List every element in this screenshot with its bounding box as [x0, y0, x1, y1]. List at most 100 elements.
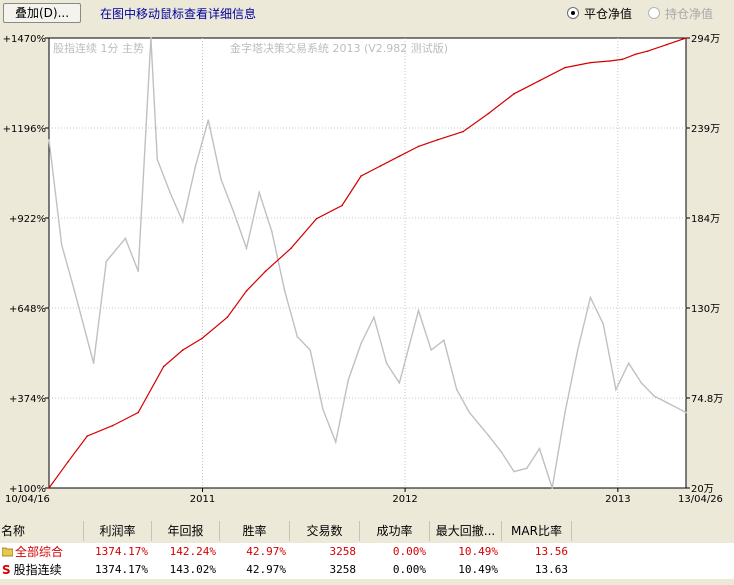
series-point — [462, 130, 464, 133]
series-point — [201, 337, 203, 340]
series-point — [513, 93, 515, 95]
series-point — [666, 43, 668, 46]
table-header-cell[interactable]: 胜率 — [220, 521, 290, 541]
table-header-cell[interactable]: MAR比率 — [502, 521, 572, 541]
series-point — [360, 342, 362, 345]
table-row[interactable]: S 股指连续 1374.17% 143.02% 42.97% 3258 0.00% 10.49… — [0, 561, 734, 579]
table-cell: 10.49% — [458, 563, 498, 576]
table-header-cell[interactable]: 名称 — [0, 521, 84, 541]
radio-flat-label: 平仓净值 — [584, 7, 633, 21]
table-row[interactable]: 全部综合 1374.17% 142.24% 42.97% 3258 0.00% 10.49%… — [0, 543, 734, 561]
series-point — [271, 230, 273, 233]
table-header-cell[interactable]: 成功率 — [360, 521, 430, 541]
series-point — [347, 378, 350, 381]
series-point — [379, 165, 382, 167]
table-cell: 3258 — [329, 563, 357, 576]
series-point — [207, 119, 210, 121]
table-cell: 1374.17% — [95, 563, 148, 576]
equity-chart[interactable]: +1470% 294万 +1196% 239万 +922% 184万 +648% 130万 +3… — [0, 30, 734, 512]
series-point — [436, 139, 439, 141]
series-point — [73, 290, 76, 292]
table-header-cell[interactable]: 最大回撤... — [430, 521, 502, 541]
series-point — [334, 441, 337, 443]
table-header-row: 名称 利润率 年回报 胜率 交易数 成功率 最大回撤... MAR比率 — [0, 521, 734, 541]
series-point — [137, 411, 139, 414]
series-point — [398, 155, 401, 158]
radio-flat-equity[interactable]: 平仓净值 — [567, 5, 632, 22]
series-point — [487, 434, 490, 437]
radio-holding-equity[interactable]: 持仓净值 — [648, 5, 713, 22]
series-point — [137, 270, 139, 273]
series-point — [290, 247, 292, 250]
series-point — [513, 470, 515, 473]
series-point — [653, 395, 655, 397]
table-cell: 142.24% — [169, 545, 216, 558]
series-point — [666, 401, 668, 404]
table-header-cell[interactable]: 年回报 — [152, 521, 220, 541]
folder-icon — [1, 544, 14, 557]
x-axis-year-label: 2013 — [605, 494, 630, 505]
series-point — [685, 411, 687, 414]
table-cell: 13.56 — [534, 545, 568, 558]
right-axis-tick-label: 239万 — [691, 124, 720, 135]
series-point — [608, 60, 611, 62]
right-axis-tick-label: 294万 — [691, 34, 720, 45]
series-point — [634, 53, 636, 56]
series-point — [124, 237, 127, 240]
left-axis-tick-label: +648% — [9, 304, 46, 315]
left-axis-tick-label: +922% — [9, 214, 46, 225]
table-cell-name: S 股指连续 — [0, 561, 84, 579]
right-axis-tick-label: 130万 — [691, 304, 720, 315]
series-point — [487, 112, 490, 115]
series-point — [150, 37, 152, 39]
series-point — [341, 204, 343, 207]
series-point — [538, 447, 541, 450]
x-axis-end-label: 13/04/26 — [678, 494, 723, 505]
series-point — [60, 244, 63, 246]
series-point — [258, 191, 261, 194]
series-point — [48, 487, 50, 489]
stats-table: 名称 利润率 年回报 胜率 交易数 成功率 最大回撤... MAR比率 全部综合 1374.17… — [0, 521, 734, 585]
x-axis-start-label: 10/04/16 — [5, 494, 50, 505]
radio-hold-label: 持仓净值 — [665, 7, 714, 21]
series-point — [67, 460, 69, 463]
series-point — [194, 165, 197, 167]
plot-area — [48, 37, 687, 489]
series-point — [360, 175, 362, 177]
series-point — [232, 211, 235, 213]
series-point — [417, 145, 420, 148]
series-point — [373, 316, 375, 318]
series-point — [443, 339, 445, 341]
table-cell: 13.63 — [534, 563, 568, 576]
series-point — [455, 388, 458, 391]
series-point — [398, 382, 401, 384]
right-axis-tick-label: 74.8万 — [691, 394, 723, 405]
series-point — [430, 349, 433, 351]
table-header-cell[interactable]: 交易数 — [290, 521, 360, 541]
series-marker: S — [2, 563, 11, 577]
series-point — [226, 316, 229, 318]
table-cell: 42.97% — [246, 545, 286, 558]
series-point — [640, 382, 643, 384]
series-point — [564, 66, 566, 69]
series-point — [162, 365, 165, 368]
series-point — [283, 290, 286, 292]
series-point — [86, 435, 89, 437]
chart-svg[interactable]: +1470% 294万 +1196% 239万 +922% 184万 +648% 130万 +3… — [0, 30, 734, 512]
overlay-button[interactable]: 叠加(D)... — [3, 3, 81, 23]
chart-watermark-instrument: 股指连续 1分 主势 — [53, 41, 144, 55]
series-point — [615, 388, 617, 391]
series-point — [621, 58, 624, 61]
left-axis-tick-label: +1196% — [3, 124, 46, 135]
table-cell: 0.00% — [392, 563, 426, 576]
radio-selected-icon — [567, 7, 579, 19]
table-header-cell[interactable]: 利润率 — [84, 521, 152, 541]
series-point — [169, 191, 171, 194]
table-cell: 10.49% — [458, 545, 498, 558]
table-cell-name-label: 股指连续 — [13, 563, 62, 577]
series-point — [551, 487, 554, 489]
series-point — [685, 37, 687, 39]
table-cell: 0.00% — [392, 545, 426, 558]
table-cell-name-label: 全部综合 — [15, 545, 64, 559]
right-axis-tick-label: 184万 — [691, 214, 720, 225]
